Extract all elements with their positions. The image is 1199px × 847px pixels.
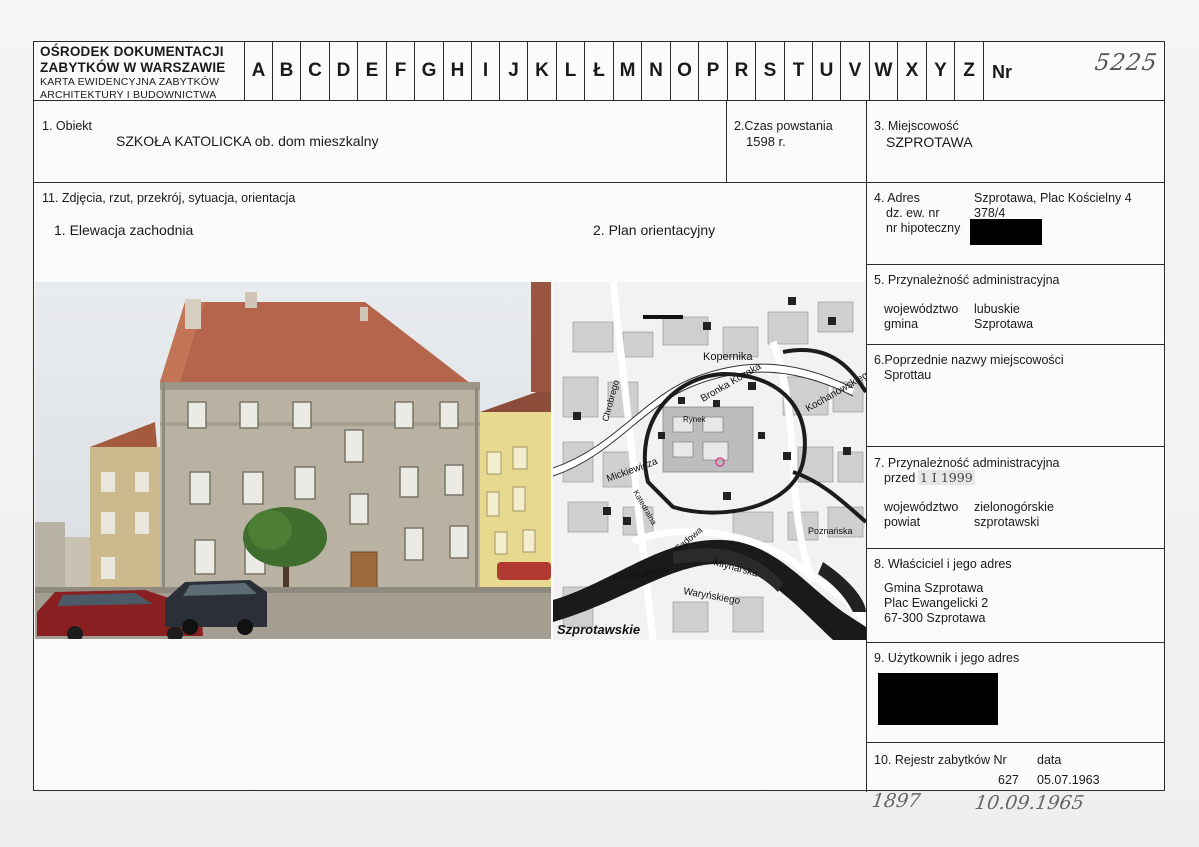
register-date-value: 05.07.1963 xyxy=(1037,773,1100,787)
handwritten-number: 5225 xyxy=(1093,50,1160,76)
index-letter-v: V xyxy=(840,42,869,100)
plot-number-label: dz. ew. nr xyxy=(886,206,940,220)
index-letter-t: T xyxy=(784,42,812,100)
index-letters: ABCDEFGHIJKLŁMNOPRSTUVWXYZ Nr 5225 xyxy=(244,42,1166,100)
index-letter-w: W xyxy=(869,42,897,100)
register-label: 10. Rejestr zabytków Nr xyxy=(874,753,1007,767)
index-letter-m: M xyxy=(613,42,641,100)
voivodeship-value: lubuskie xyxy=(974,302,1020,316)
old-voivodeship-value: zielonogórskie xyxy=(974,500,1054,514)
nr-label: Nr xyxy=(992,62,1013,82)
commune-label: gmina xyxy=(884,317,919,331)
voivodeship-label: województwo xyxy=(884,302,959,316)
institution-header: OŚRODEK DOKUMENTACJI ZABYTKÓW W WARSZAWI… xyxy=(34,42,244,101)
record-card: OŚRODEK DOKUMENTACJI ZABYTKÓW W WARSZAWI… xyxy=(33,41,1166,792)
index-letter-e: E xyxy=(357,42,386,100)
index-letter-u: U xyxy=(812,42,840,100)
owner-line3: 67-300 Szprotawa xyxy=(884,611,986,625)
index-letter-b: B xyxy=(272,42,300,100)
index-letter-n: N xyxy=(641,42,670,100)
divider xyxy=(866,548,1164,549)
locality-value: SZPROTAWA xyxy=(886,134,973,150)
index-letter-ł: Ł xyxy=(584,42,613,100)
index-letter-r: R xyxy=(727,42,755,100)
index-letter-x: X xyxy=(897,42,926,100)
index-letter-k: K xyxy=(527,42,556,100)
index-letter-p: P xyxy=(698,42,727,100)
divider xyxy=(866,344,1164,345)
previous-names-label: 6.Poprzednie nazwy miejscowości xyxy=(874,353,1064,367)
index-letter-f: F xyxy=(386,42,414,100)
divider xyxy=(866,642,1164,643)
commune-value: Szprotawa xyxy=(974,317,1034,331)
date-created-label: 2.Czas powstania xyxy=(734,119,833,133)
index-letter-a: A xyxy=(244,42,272,100)
before-label: przed xyxy=(884,471,916,485)
owner-line1: Gmina Szprotawa xyxy=(884,581,984,595)
map-street-label: Rynek xyxy=(683,415,707,424)
handwritten-note-1: 1897 xyxy=(870,790,922,812)
locality-label: 3. Miejscowość xyxy=(874,119,959,133)
building-photo xyxy=(35,282,551,639)
index-letter-z: Z xyxy=(954,42,983,100)
date-created-value: 1598 r. xyxy=(746,134,786,149)
map-street-label: Szprotawskie xyxy=(557,622,640,637)
address-value: Szprotawa, Plac Kościelny 4 xyxy=(974,191,1132,205)
document-sheet: OŚRODEK DOKUMENTACJI ZABYTKÓW W WARSZAWI… xyxy=(0,0,1199,847)
register-number-value: 627 xyxy=(998,773,1019,787)
redaction-box xyxy=(878,673,998,725)
index-letter-s: S xyxy=(755,42,784,100)
before-date-stamp: 1 I 1999 xyxy=(918,470,975,485)
object-label: 1. Obiekt xyxy=(42,119,93,133)
object-value: SZKOŁA KATOLICKA ob. dom mieszkalny xyxy=(116,133,379,149)
index-letter-c: C xyxy=(300,42,329,100)
index-letter-j: J xyxy=(499,42,527,100)
user-label: 9. Użytkownik i jego adres xyxy=(874,651,1020,665)
previous-names-value: Sprottau xyxy=(884,368,932,382)
divider xyxy=(726,100,727,182)
old-voivodeship-label: województwo xyxy=(884,500,959,514)
index-letter-d: D xyxy=(329,42,357,100)
map-street-label: Kopernika xyxy=(703,351,753,363)
owner-label: 8. Właściciel i jego adres xyxy=(874,557,1012,571)
map-street-label: Poznańska xyxy=(808,526,853,536)
card-type-line1: KARTA EWIDENCYJNA ZABYTKÓW xyxy=(40,76,220,88)
index-letter-h: H xyxy=(443,42,471,100)
photo1-caption: 1. Elewacja zachodnia xyxy=(54,222,194,238)
admin-label: 5. Przynależność administracyjna xyxy=(874,273,1060,287)
county-label: powiat xyxy=(884,515,921,529)
photos-section-label: 11. Zdjęcia, rzut, przekrój, sytuacja, o… xyxy=(42,191,296,205)
mortgage-number-label: nr hipoteczny xyxy=(886,221,961,235)
org-name-line2: ZABYTKÓW W WARSZAWIE xyxy=(40,60,226,75)
index-letter-i: I xyxy=(471,42,499,100)
divider xyxy=(34,100,1164,101)
handwritten-note-2: 10.09.1965 xyxy=(973,792,1086,814)
address-label: 4. Adres xyxy=(874,191,920,205)
index-letter-l: L xyxy=(556,42,584,100)
building-photo-image xyxy=(35,282,551,639)
register-date-label: data xyxy=(1037,753,1062,767)
number-cell: Nr 5225 xyxy=(983,42,1166,100)
index-letter-g: G xyxy=(414,42,443,100)
divider xyxy=(34,182,1164,183)
divider xyxy=(866,742,1164,743)
county-value: szprotawski xyxy=(974,515,1040,529)
index-letter-y: Y xyxy=(926,42,954,100)
divider xyxy=(866,446,1164,447)
owner-line2: Plac Ewangelicki 2 xyxy=(884,596,989,610)
photo2-caption: 2. Plan orientacyjny xyxy=(593,222,716,238)
orientation-map: Kopernika Bronka Kozaka Mickiewicza Chrobre… xyxy=(553,282,866,640)
index-letter-o: O xyxy=(670,42,698,100)
org-name-line1: OŚRODEK DOKUMENTACJI xyxy=(40,44,224,59)
admin-before-label: 7. Przynależność administracyjna xyxy=(874,456,1060,470)
orientation-map-image: KopernikaBronka KozakaMickiewiczaChrobre… xyxy=(553,282,866,640)
redaction-box xyxy=(970,219,1042,245)
divider xyxy=(866,264,1164,265)
